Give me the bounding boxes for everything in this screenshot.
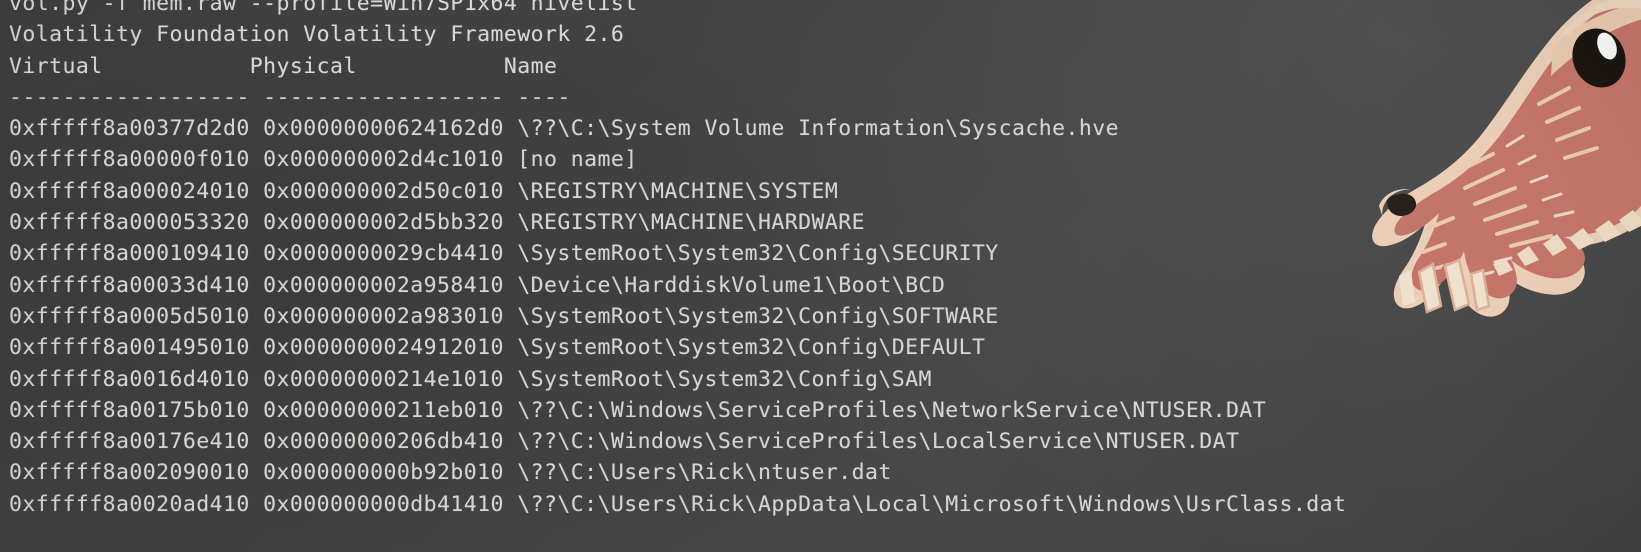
hive-physical-address: 0x000000002d4c1010 [263, 147, 504, 173]
hive-name: \SystemRoot\System32\Config\DEFAULT [517, 335, 986, 361]
hive-virtual-address: 0xfffff8a00176e410 [9, 429, 250, 455]
hive-name: [no name] [517, 147, 638, 173]
hive-name: \??\C:\Users\Rick\ntuser.dat [517, 460, 892, 486]
hive-name: \Device\HarddiskVolume1\Boot\BCD [517, 272, 946, 298]
hive-name: \SystemRoot\System32\Config\SOFTWARE [517, 303, 999, 329]
hive-virtual-address: 0xfffff8a0005d5010 [9, 303, 250, 329]
separator-row: ------------------ ------------------ --… [9, 82, 1346, 113]
hive-row: 0xfffff8a0005d5010 0x000000002a983010 \S… [9, 301, 1346, 332]
column-header-virtual: Virtual [9, 53, 103, 79]
hive-name: \SystemRoot\System32\Config\SAM [517, 366, 932, 392]
separator-name: ---- [517, 84, 571, 110]
hive-row: 0xfffff8a000053320 0x000000002d5bb320 \R… [9, 207, 1346, 238]
hive-physical-address: 0x0000000024912010 [263, 335, 504, 361]
hive-virtual-address: 0xfffff8a00175b010 [9, 397, 250, 423]
hive-name: \??\C:\System Volume Information\Syscach… [517, 116, 1120, 142]
hive-physical-address: 0x00000000214e1010 [263, 366, 504, 392]
hive-virtual-address: 0xfffff8a001495010 [9, 335, 250, 361]
hive-row: 0xfffff8a00377d2d0 0x00000000624162d0 \?… [9, 113, 1346, 144]
terminal-window[interactable]: vol.py -f mem.raw --profile=Win7SP1x64 h… [0, 0, 1641, 552]
hive-name: \SystemRoot\System32\Config\SECURITY [517, 241, 999, 267]
hive-physical-address: 0x000000002d5bb320 [263, 210, 504, 236]
hive-virtual-address: 0xfffff8a00000f010 [9, 147, 250, 173]
hive-virtual-address: 0xfffff8a0016d4010 [9, 366, 250, 392]
console-output: vol.py -f mem.raw --profile=Win7SP1x64 h… [0, 0, 1346, 520]
column-header-row: Virtual Physical Name [9, 51, 1346, 82]
hive-physical-address: 0x00000000206db410 [263, 429, 504, 455]
column-header-physical: Physical [249, 53, 357, 79]
separator-virtual: ------------------ [9, 84, 250, 110]
hive-virtual-address: 0xfffff8a0020ad410 [9, 491, 250, 517]
hive-name: \REGISTRY\MACHINE\HARDWARE [517, 210, 865, 236]
hive-physical-address: 0x000000000db41410 [263, 491, 504, 517]
hive-physical-address: 0x00000000624162d0 [263, 116, 504, 142]
hive-row: 0xfffff8a000109410 0x0000000029cb4410 \S… [9, 238, 1346, 269]
hive-row: 0xfffff8a00033d410 0x000000002a958410 \D… [9, 270, 1346, 301]
hive-name: \??\C:\Windows\ServiceProfiles\NetworkSe… [517, 397, 1267, 423]
hive-row: 0xfffff8a001495010 0x0000000024912010 \S… [9, 332, 1346, 363]
hive-physical-address: 0x00000000211eb010 [263, 397, 504, 423]
command-line: vol.py -f mem.raw --profile=Win7SP1x64 h… [9, 0, 638, 16]
hive-physical-address: 0x0000000029cb4410 [263, 241, 504, 267]
hive-physical-address: 0x000000002d50c010 [263, 178, 504, 204]
banner-line: Volatility Foundation Volatility Framewo… [9, 22, 625, 48]
hive-virtual-address: 0xfffff8a000053320 [9, 210, 250, 236]
hive-physical-address: 0x000000002a983010 [263, 303, 504, 329]
hive-row: 0xfffff8a00000f010 0x000000002d4c1010 [n… [9, 144, 1346, 175]
hive-row: 0xfffff8a00176e410 0x00000000206db410 \?… [9, 426, 1346, 457]
hive-virtual-address: 0xfffff8a000109410 [9, 241, 250, 267]
hive-row: 0xfffff8a000024010 0x000000002d50c010 \R… [9, 176, 1346, 207]
hive-virtual-address: 0xfffff8a002090010 [9, 460, 250, 486]
hive-row: 0xfffff8a00175b010 0x00000000211eb010 \?… [9, 395, 1346, 426]
hive-physical-address: 0x000000002a958410 [263, 272, 504, 298]
hive-physical-address: 0x000000000b92b010 [263, 460, 504, 486]
hive-name: \??\C:\Windows\ServiceProfiles\LocalServ… [517, 429, 1240, 455]
hive-virtual-address: 0xfffff8a00033d410 [9, 272, 250, 298]
hive-name: \REGISTRY\MACHINE\SYSTEM [517, 178, 839, 204]
hive-row: 0xfffff8a002090010 0x000000000b92b010 \?… [9, 457, 1346, 488]
separator-physical: ------------------ [263, 84, 504, 110]
wolf-head-icon [1372, 0, 1641, 317]
hive-virtual-address: 0xfffff8a00377d2d0 [9, 116, 250, 142]
hive-row: 0xfffff8a0016d4010 0x00000000214e1010 \S… [9, 364, 1346, 395]
hive-virtual-address: 0xfffff8a000024010 [9, 178, 250, 204]
hive-name: \??\C:\Users\Rick\AppData\Local\Microsof… [517, 491, 1347, 517]
column-header-name: Name [503, 53, 558, 79]
hive-row: 0xfffff8a0020ad410 0x000000000db41410 \?… [9, 489, 1346, 520]
